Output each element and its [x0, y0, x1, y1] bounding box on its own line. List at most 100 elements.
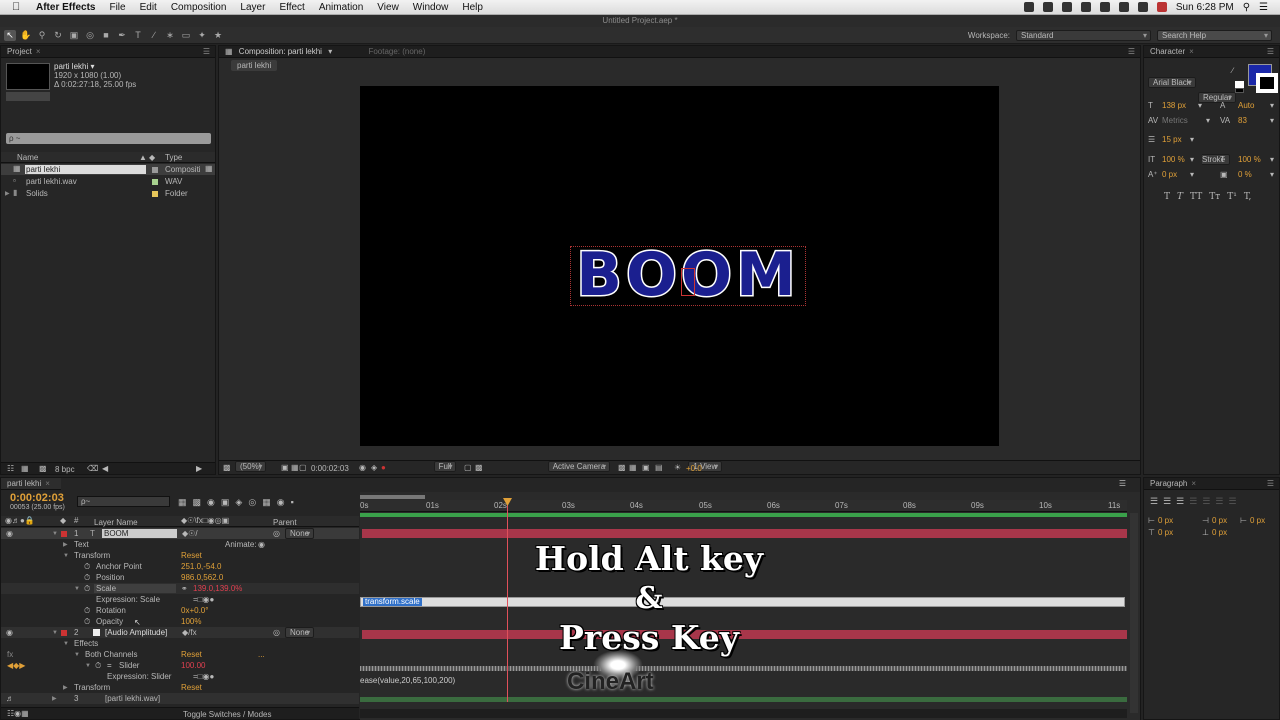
project-tab[interactable]: Project × ☰: [1, 46, 215, 58]
stopwatch-icon[interactable]: ⏱: [84, 583, 90, 594]
camera-select[interactable]: Active Camera: [547, 461, 611, 472]
property-value[interactable]: 100.00: [181, 660, 205, 671]
collapse-arrow-icon[interactable]: ▼: [52, 628, 58, 639]
menu-view[interactable]: View: [377, 2, 399, 13]
transparency-grid-icon[interactable]: ▩: [475, 463, 483, 472]
close-icon[interactable]: ×: [45, 479, 50, 488]
layer-3-bar[interactable]: [360, 697, 1127, 702]
pan-behind-tool-icon[interactable]: ◎: [84, 30, 96, 41]
selection-tool-icon[interactable]: ↖: [4, 29, 16, 41]
property-value[interactable]: 139.0,139.0%: [193, 583, 242, 594]
close-icon[interactable]: ×: [36, 47, 41, 56]
expression-scale-text[interactable]: transform.scale: [363, 598, 422, 606]
hide-shy-icon[interactable]: ◉: [207, 497, 215, 508]
zoom-select[interactable]: (50%): [235, 461, 267, 472]
eyedropper-icon[interactable]: ∕: [1232, 66, 1233, 75]
space-before-value[interactable]: 0 px: [1158, 528, 1173, 537]
lock-icon[interactable]: ▦: [225, 47, 233, 56]
vertical-scale-value[interactable]: 100 %: [1162, 155, 1185, 164]
number-column-icon[interactable]: #: [74, 516, 78, 525]
superscript-button[interactable]: T¹: [1227, 192, 1237, 202]
kerning-value[interactable]: Metrics: [1162, 116, 1188, 125]
brainstorm-icon[interactable]: ◎: [248, 497, 256, 508]
project-item[interactable]: ▫ parti lekhi.wav WAV: [1, 176, 215, 187]
new-folder-icon[interactable]: ▦: [21, 464, 29, 473]
constrain-icon[interactable]: ⚭: [181, 583, 188, 594]
baseline-shift-value[interactable]: 0 px: [1162, 170, 1177, 179]
draft-3d-icon[interactable]: ▩: [193, 497, 202, 508]
expand-arrow-icon[interactable]: ▶: [63, 540, 68, 551]
timeline-scrollbar[interactable]: [1130, 513, 1138, 713]
puppet-tool-icon[interactable]: ★: [212, 30, 224, 41]
font-size-value[interactable]: 138 px: [1162, 101, 1186, 110]
black-swatch[interactable]: [1235, 88, 1244, 93]
dropdown-arrow-icon[interactable]: ▾: [1270, 116, 1274, 125]
collapse-arrow-icon[interactable]: ▼: [63, 639, 69, 650]
tracking-value[interactable]: 83: [1238, 116, 1247, 125]
rotate-tool-icon[interactable]: ↻: [52, 30, 64, 41]
comp-mini-flowchart-icon[interactable]: ▦: [178, 497, 187, 508]
justify-center-icon[interactable]: ☰: [1202, 496, 1210, 507]
indent-left-value[interactable]: 0 px: [1158, 516, 1173, 525]
indent-right-value[interactable]: 0 px: [1212, 516, 1227, 525]
dropdown-arrow-icon[interactable]: ▾: [1190, 135, 1194, 144]
spotlight-icon[interactable]: ⚲: [1243, 2, 1250, 13]
dropdown-arrow-icon[interactable]: ▾: [1206, 116, 1210, 125]
menu-composition[interactable]: Composition: [171, 2, 227, 13]
anchor-point[interactable]: [681, 268, 695, 296]
panel-menu-icon[interactable]: ☰: [1267, 46, 1274, 58]
property-value[interactable]: 0x+0.0°: [181, 605, 208, 616]
timeline-search-input[interactable]: ρ~: [77, 496, 170, 507]
column-name[interactable]: Name: [17, 153, 38, 162]
flowchart-icon[interactable]: ▦: [205, 164, 213, 173]
justify-left-icon[interactable]: ☰: [1189, 496, 1197, 507]
volume-icon[interactable]: [1118, 2, 1129, 12]
bluetooth-icon[interactable]: [1080, 2, 1091, 12]
menu-help[interactable]: Help: [462, 2, 483, 13]
font-family-select[interactable]: Arial Black: [1148, 77, 1196, 88]
expression-controls-icon[interactable]: =□◉●: [193, 671, 214, 682]
horizontal-scale-value[interactable]: 100 %: [1238, 155, 1261, 164]
clone-tool-icon[interactable]: ∗: [164, 30, 176, 41]
tsume-value[interactable]: 0 %: [1238, 170, 1252, 179]
space-after-value[interactable]: 0 px: [1212, 528, 1227, 537]
align-left-icon[interactable]: ☰: [1150, 496, 1158, 507]
safe-zones-icon[interactable]: ▣: [281, 463, 289, 472]
paragraph-tab[interactable]: Paragraph × ☰: [1144, 478, 1279, 490]
dropdown-arrow-icon[interactable]: ▾: [1190, 170, 1194, 179]
notification-icon[interactable]: ☰: [1259, 2, 1268, 13]
pen-tool-icon[interactable]: ✒: [116, 30, 128, 41]
rectangle-tool-icon[interactable]: ■: [100, 30, 112, 41]
auto-keyframe-icon[interactable]: ◉: [277, 497, 285, 508]
indent-first-value[interactable]: 0 px: [1250, 516, 1265, 525]
layer-switches-icon[interactable]: ◆☉/: [182, 528, 198, 539]
label-icon[interactable]: ◆: [149, 153, 155, 162]
layer-1-bar[interactable]: [362, 529, 1127, 538]
wifi-icon[interactable]: [1099, 2, 1110, 12]
scroll-right-icon[interactable]: ▶: [196, 464, 202, 473]
show-snapshot-icon[interactable]: ◈: [371, 463, 377, 472]
column-type[interactable]: Type: [165, 153, 182, 162]
toggle-switches-button[interactable]: Toggle Switches / Modes: [183, 710, 272, 719]
work-area-bar[interactable]: [360, 495, 425, 499]
panel-menu-icon[interactable]: ☰: [1119, 479, 1126, 488]
mask-visibility-icon[interactable]: ▢: [299, 463, 307, 472]
audio-icon[interactable]: ♬: [6, 693, 14, 704]
apple-icon[interactable]: : [12, 1, 26, 13]
timeline-tab[interactable]: parti lekhi ×: [1, 478, 61, 490]
eraser-tool-icon[interactable]: ▭: [180, 30, 192, 41]
collapse-arrow-icon[interactable]: ▼: [74, 584, 80, 595]
battery-icon[interactable]: [1137, 2, 1148, 12]
menu-effect[interactable]: Effect: [279, 2, 304, 13]
white-swatch[interactable]: [1235, 81, 1244, 88]
small-caps-button[interactable]: Tт: [1209, 192, 1220, 202]
magnification-icon[interactable]: ▩: [223, 463, 231, 472]
exposure-value[interactable]: +0.0: [686, 464, 702, 473]
align-right-icon[interactable]: ☰: [1176, 496, 1184, 507]
region-icon[interactable]: ▢: [464, 463, 472, 472]
menu-clock[interactable]: Sun 6:28 PM: [1176, 2, 1234, 13]
fast-preview-icon[interactable]: ▦: [629, 463, 637, 472]
reset-link[interactable]: Reset: [181, 550, 202, 561]
align-center-icon[interactable]: ☰: [1163, 496, 1171, 507]
animate-add-icon[interactable]: ◉: [258, 539, 265, 550]
